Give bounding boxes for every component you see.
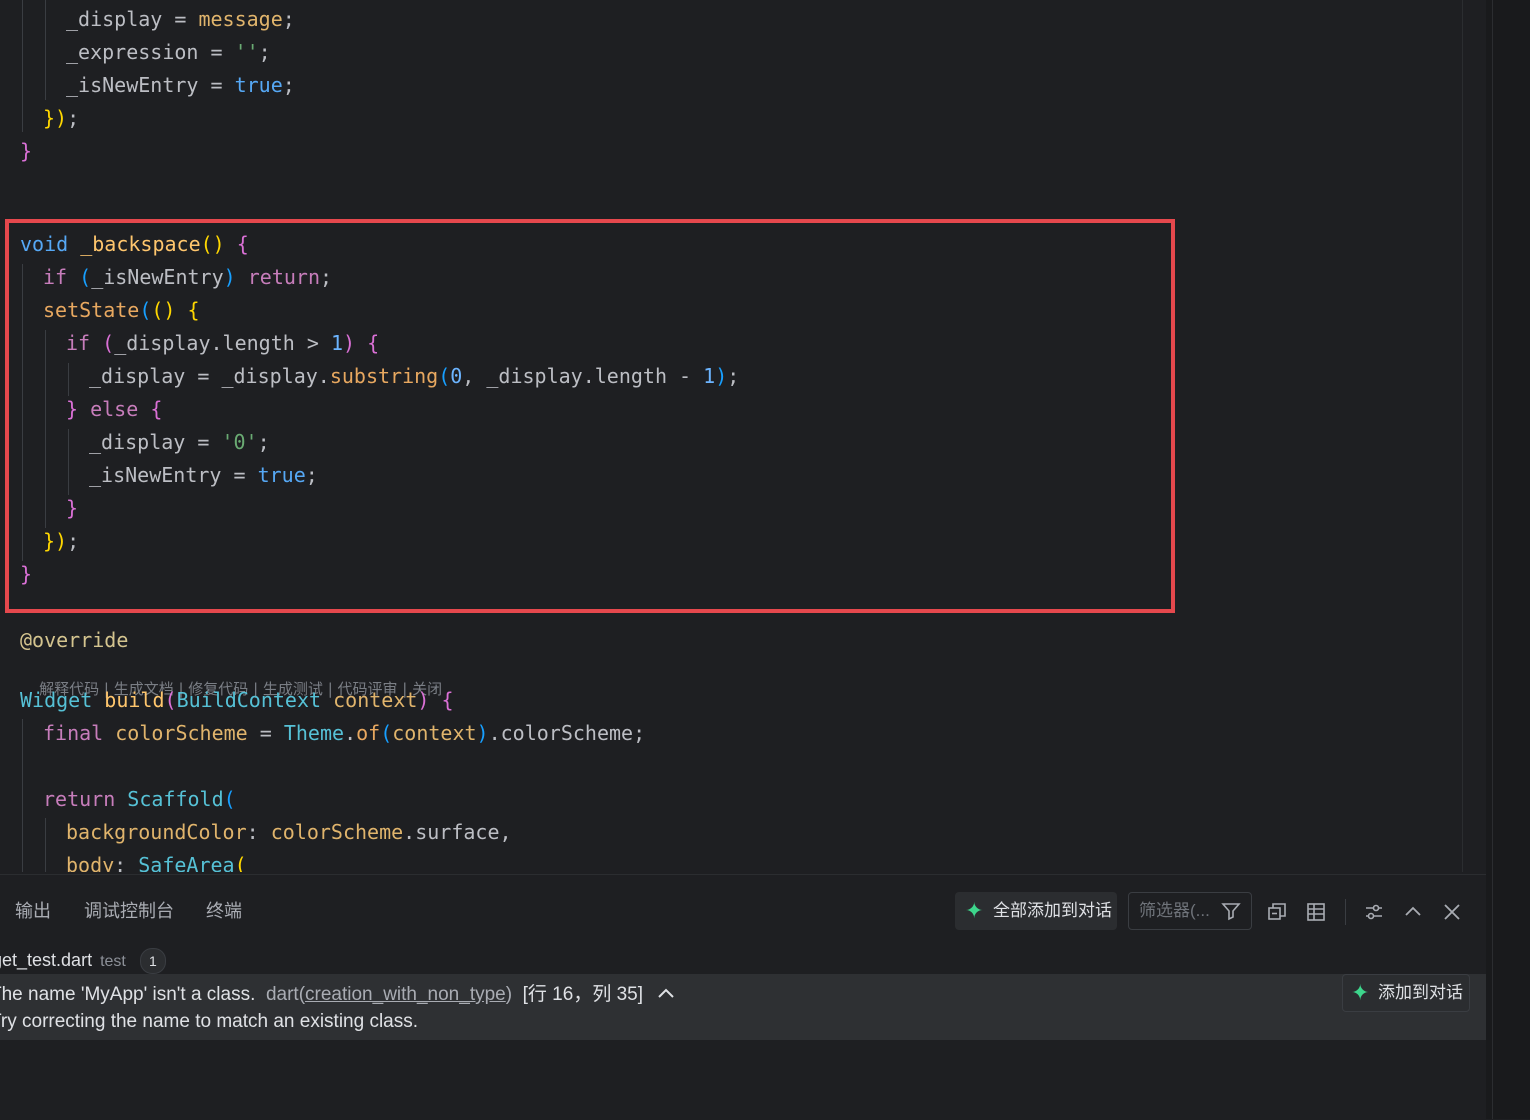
problem-position: [行 16，列 35] <box>522 984 644 1005</box>
bottom-panel: 输出 调试控制台 终端 ✦ 全部添加到对话 筛选器(... get_test.d… <box>0 874 1486 1120</box>
close-icon[interactable] <box>1441 901 1463 923</box>
code-line: Widget build(BuildContext context) { <box>20 688 454 712</box>
tab-output[interactable]: 输出 <box>15 897 51 923</box>
indent-guide <box>22 0 23 132</box>
divider <box>1345 899 1346 925</box>
problem-file-row[interactable]: get_test.dart test 1 <box>0 945 166 975</box>
sparkle-icon: ✦ <box>1351 980 1370 1005</box>
problem-hint: Try correcting the name to match an exis… <box>0 1011 419 1032</box>
filter-icon[interactable] <box>1221 901 1241 921</box>
chevron-up-icon[interactable] <box>657 984 675 1006</box>
code-line: return Scaffold( <box>43 787 236 811</box>
file-folder: test <box>100 953 126 970</box>
code-line: @override <box>20 628 129 652</box>
side-strip <box>1486 0 1530 1119</box>
settings-sliders-icon[interactable] <box>1363 901 1385 923</box>
problem-item[interactable]: The name 'MyApp' isn't a class. dart(cre… <box>0 974 1486 1040</box>
tab-terminal[interactable]: 终端 <box>206 897 242 923</box>
code-line: final colorScheme = Theme.of(context).co… <box>43 721 646 745</box>
indent-guide <box>45 818 46 872</box>
code-line: _display = message; <box>66 7 295 31</box>
divider <box>1492 0 1493 1119</box>
code-line: backgroundColor: colorScheme.surface, <box>66 820 512 844</box>
filter-input[interactable]: 筛选器(... <box>1128 892 1252 930</box>
code-line: _isNewEntry = true; <box>66 73 295 97</box>
sparkle-icon: ✦ <box>965 898 984 923</box>
indent-guide <box>45 0 46 100</box>
code-line: body: SafeArea( <box>66 853 247 872</box>
problem-code-link[interactable]: creation_with_non_type <box>305 984 506 1005</box>
code-line: _expression = ''; <box>66 40 271 64</box>
highlight-box <box>5 219 1175 613</box>
collapse-all-icon[interactable] <box>1266 901 1288 923</box>
add-all-to-chat-button[interactable]: ✦ 全部添加到对话 <box>955 892 1117 930</box>
code-editor[interactable]: _display = message; _expression = ''; _i… <box>0 0 1462 872</box>
problem-message: The name 'MyApp' isn't a class. <box>0 984 256 1005</box>
code-line: } <box>20 139 33 163</box>
indent-guide <box>22 719 23 872</box>
codelens-actions: 解释代码 | 生成文档 | 修复代码 | 生成测试 | 代码评审 | 关闭 <box>20 204 442 218</box>
tab-debug-console[interactable]: 调试控制台 <box>84 897 174 923</box>
editor-scrollbar[interactable] <box>1462 0 1487 872</box>
chevron-up-icon[interactable] <box>1402 901 1424 923</box>
problem-source: dart <box>265 984 299 1005</box>
problem-count-badge: 1 <box>139 948 166 975</box>
table-view-icon[interactable] <box>1305 901 1327 923</box>
code-line: }); <box>43 106 80 130</box>
add-to-chat-button[interactable]: ✦ 添加到对话 <box>1342 974 1470 1012</box>
file-name: get_test.dart <box>0 950 93 970</box>
